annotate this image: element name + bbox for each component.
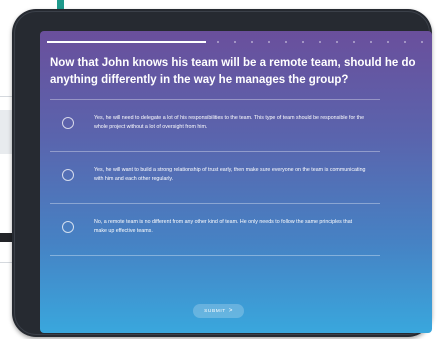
question-text: Now that John knows his team will be a r… [50, 57, 416, 86]
answer-options: Yes, he will need to delegate a lot of h… [50, 99, 380, 256]
answer-option-2[interactable]: Yes, he will want to build a strong rela… [50, 151, 380, 203]
radio-button-icon[interactable] [62, 117, 74, 129]
answer-option-1[interactable]: Yes, he will need to delegate a lot of h… [50, 99, 380, 151]
chevron-right-icon: > [228, 308, 233, 314]
submit-button[interactable]: SUBMIT > [193, 304, 244, 318]
progress-fill [47, 41, 206, 43]
submit-label: SUBMIT [204, 309, 226, 314]
answer-option-3[interactable]: No, a remote team is no different from a… [50, 203, 380, 256]
radio-button-icon[interactable] [62, 169, 74, 181]
radio-button-icon[interactable] [62, 221, 74, 233]
answer-option-text: Yes, he will want to build a strong rela… [94, 167, 366, 182]
answer-option-text: No, a remote team is no different from a… [94, 219, 353, 234]
tablet-device: Now that John knows his team will be a r… [12, 9, 432, 337]
answer-option-text: Yes, he will need to delegate a lot of h… [94, 115, 365, 130]
progress-bar [47, 41, 425, 43]
quiz-screen: Now that John knows his team will be a r… [40, 31, 432, 333]
